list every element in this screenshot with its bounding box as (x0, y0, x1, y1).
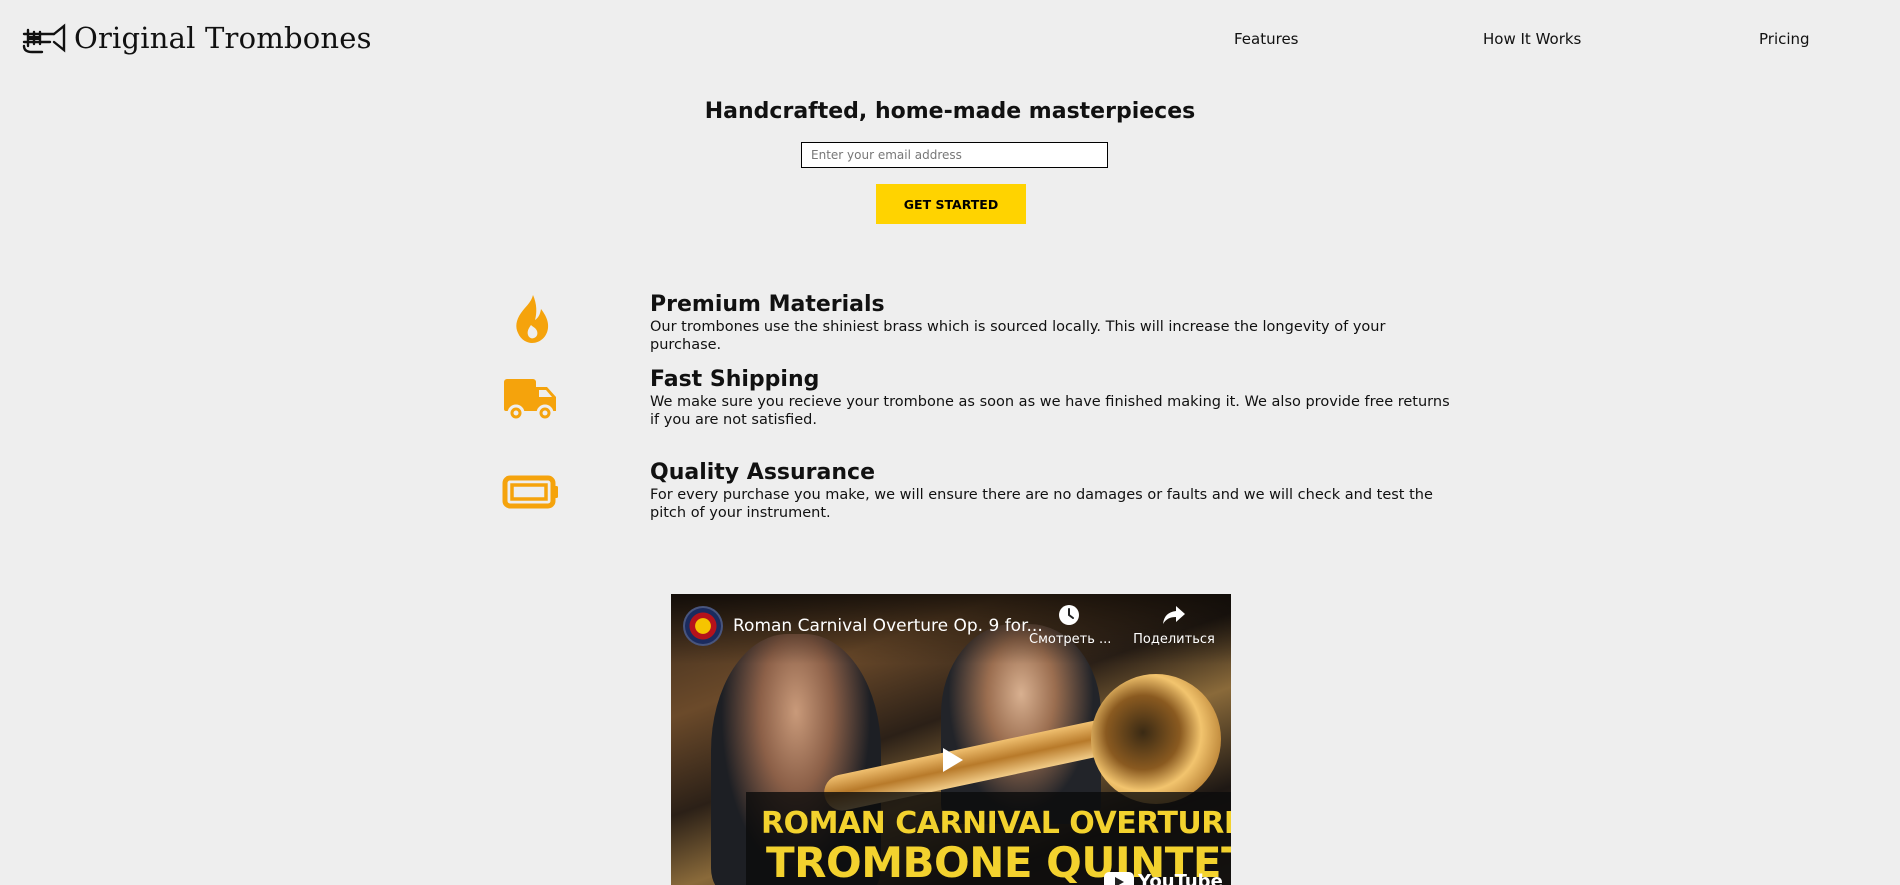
share-label: Поделиться (1133, 632, 1215, 647)
truck-icon (500, 369, 562, 429)
nav-link-how-it-works[interactable]: How It Works (1483, 30, 1581, 48)
nav-link-pricing[interactable]: Pricing (1759, 30, 1810, 48)
trombone-logo-icon (20, 20, 68, 56)
youtube-wordmark: YouTube (1138, 871, 1223, 885)
video-title[interactable]: Roman Carnival Overture Op. 9 for... (733, 616, 1043, 636)
video-thumbnail-bell (1091, 674, 1221, 804)
landing-page: Original Trombones Features How It Works… (0, 0, 1900, 885)
email-input[interactable] (801, 142, 1108, 168)
get-started-button[interactable]: GET STARTED (876, 184, 1026, 224)
feature-title: Premium Materials (650, 292, 885, 317)
youtube-logo[interactable]: YouTube (1104, 871, 1223, 885)
feature-title: Quality Assurance (650, 460, 876, 485)
feature-description: Our trombones use the shiniest brass whi… (650, 319, 1386, 353)
watch-later-label: Смотреть ... (1029, 632, 1112, 647)
feature-text: Premium Materials Our trombones use the … (650, 292, 1450, 354)
channel-avatar[interactable] (683, 606, 723, 646)
share-button[interactable]: Поделиться (1129, 604, 1219, 647)
share-arrow-icon (1163, 606, 1185, 624)
play-icon[interactable] (933, 742, 969, 778)
banner-line-1: ROMAN CARNIVAL OVERTURE (761, 806, 1231, 841)
feature-description: For every purchase you make, we will ens… (650, 487, 1433, 521)
watch-later-button[interactable]: Смотреть ... (1029, 604, 1112, 647)
site-header: Original Trombones Features How It Works… (0, 0, 1900, 80)
battery-icon (500, 462, 562, 522)
youtube-play-icon (1104, 871, 1134, 885)
brand-name: Original Trombones (74, 21, 372, 55)
nav-link-features[interactable]: Features (1234, 30, 1299, 48)
fire-icon (500, 289, 562, 349)
feature-title: Fast Shipping (650, 367, 820, 392)
feature-text: Fast Shipping We make sure you recieve y… (650, 367, 1450, 429)
hero-title: Handcrafted, home-made masterpieces (704, 99, 1196, 124)
feature-description: We make sure you recieve your trombone a… (650, 394, 1450, 428)
brand-logo[interactable]: Original Trombones (20, 20, 372, 56)
feature-text: Quality Assurance For every purchase you… (650, 460, 1450, 522)
video-embed[interactable]: Roman Carnival Overture Op. 9 for... Смо… (671, 594, 1231, 885)
clock-icon (1059, 605, 1079, 625)
